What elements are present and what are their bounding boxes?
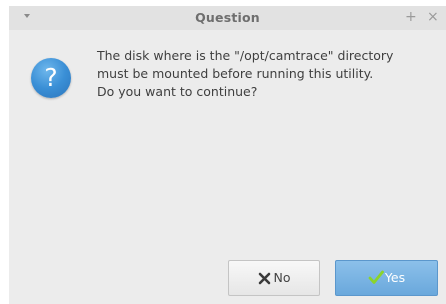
plus-icon[interactable]: + [405, 8, 417, 26]
close-icon[interactable]: × [427, 8, 439, 26]
dialog-message: The disk where is the "/opt/camtrace" di… [97, 47, 442, 101]
window-title: Question [195, 10, 260, 25]
x-icon [258, 272, 270, 285]
title-bar[interactable]: Question + × [9, 6, 446, 30]
question-mark-glyph: ? [44, 63, 58, 92]
message-line: The disk where is the "/opt/camtrace" di… [97, 48, 394, 63]
checkmark-icon [368, 270, 384, 284]
no-button[interactable]: No [228, 260, 320, 296]
no-button-label: No [273, 270, 291, 285]
message-line: must be mounted before running this util… [97, 66, 374, 81]
question-dialog: Question + × ? The disk where is the "/o… [9, 6, 446, 304]
message-line: Do you want to continue? [97, 84, 258, 99]
question-icon: ? [31, 58, 71, 98]
yes-button-label: Yes [384, 270, 406, 285]
yes-button[interactable]: Yes [335, 260, 438, 296]
